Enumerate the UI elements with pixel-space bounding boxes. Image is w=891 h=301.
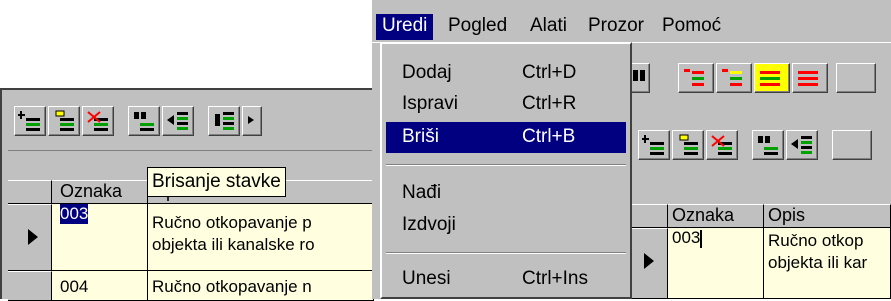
insert-icon	[215, 112, 234, 130]
filter-icon	[167, 112, 188, 130]
description-line: objekta ili kar	[768, 253, 868, 272]
menu-item-shortcut: Ctrl+Ins	[522, 268, 588, 289]
add-row-icon	[642, 135, 664, 155]
toolbar-button-extra[interactable]	[836, 63, 876, 93]
code-text: 003	[672, 228, 701, 247]
tree-view-button-3[interactable]	[754, 63, 790, 93]
find-icon	[758, 136, 778, 155]
left-toolbar	[2, 90, 374, 152]
right-grid: Oznaka Opis 003 Ručno otkop objekta ili …	[628, 204, 891, 299]
table-row-code[interactable]: 003	[52, 204, 148, 271]
menu-item-label: Izdvoji	[402, 214, 456, 235]
left-grid: Oznaka Opis 003 Ručno otkopavanje p obje…	[8, 180, 374, 301]
column-header-oznaka[interactable]: Oznaka	[52, 180, 148, 204]
column-header-oznaka[interactable]: Oznaka	[668, 204, 764, 228]
menu-item-unesi[interactable]: Unesi Ctrl+Ins	[386, 264, 626, 295]
tree-view-button-1[interactable]	[678, 63, 714, 93]
row-indicator[interactable]	[628, 228, 668, 299]
menu-pomoc[interactable]: Pomoć	[656, 14, 727, 40]
current-row-arrow-icon	[644, 253, 654, 269]
menu-item-label: Unesi	[402, 268, 451, 289]
menu-item-label: Briši	[402, 126, 439, 147]
uredi-dropdown-menu: Dodaj Ctrl+D Ispravi Ctrl+R Briši Ctrl+B…	[380, 42, 632, 299]
delete-row-icon	[87, 111, 108, 131]
table-row-description[interactable]: Ručno otkopavanje n	[148, 271, 374, 301]
insert-button[interactable]	[208, 106, 240, 136]
filter-icon	[791, 136, 812, 154]
find-button[interactable]	[128, 106, 160, 136]
menu-item-ispravi[interactable]: Ispravi Ctrl+R	[386, 89, 626, 120]
add-row-icon	[18, 111, 40, 131]
text-caret	[700, 229, 703, 248]
row-indicator-header	[8, 180, 52, 204]
find-icon	[134, 112, 154, 131]
tree-view-button-2[interactable]	[716, 63, 752, 93]
menu-item-izdvoji[interactable]: Izdvoji	[386, 210, 626, 241]
menu-item-shortcut: Ctrl+D	[522, 62, 577, 83]
menu-item-label: Ispravi	[402, 93, 458, 114]
tree-list-icon	[798, 71, 818, 86]
add-record-button[interactable]	[14, 106, 46, 136]
menu-bar: Uredi Pogled Alati Prozor Pomoć	[376, 10, 891, 42]
table-row-description[interactable]: Ručno otkopavanje p objekta ili kanalske…	[148, 204, 374, 271]
filter-button[interactable]	[162, 106, 194, 136]
row-indicator[interactable]	[8, 204, 52, 271]
edit-record-button[interactable]	[48, 106, 80, 136]
menu-item-nadi[interactable]: Nađi	[386, 178, 626, 209]
menu-separator	[386, 252, 626, 254]
menu-item-shortcut: Ctrl+B	[522, 126, 576, 147]
description-line: Ručno otkopavanje p	[152, 213, 312, 232]
insert-button[interactable]	[832, 130, 872, 160]
table-row-code[interactable]: 003	[668, 228, 764, 299]
current-row-arrow-icon	[28, 229, 38, 245]
table-row-code[interactable]: 004	[52, 271, 148, 301]
delete-record-button[interactable]	[706, 130, 738, 160]
menu-uredi[interactable]: Uredi	[376, 14, 434, 40]
tree-view-button-4[interactable]	[792, 63, 828, 93]
delete-row-icon	[711, 135, 732, 155]
find-button[interactable]	[752, 130, 784, 160]
menu-item-brisi[interactable]: Briši Ctrl+B	[386, 122, 626, 153]
edit-row-icon	[55, 110, 74, 131]
more-button[interactable]	[242, 106, 262, 136]
tree-icon	[248, 116, 254, 124]
menu-item-label: Dodaj	[402, 62, 452, 83]
column-header-opis[interactable]: Opis	[764, 204, 891, 228]
filter-button[interactable]	[786, 130, 818, 160]
menu-pogled[interactable]: Pogled	[442, 14, 513, 40]
table-row-description[interactable]: Ručno otkop objekta ili kar	[764, 228, 891, 299]
delete-record-button[interactable]	[82, 106, 114, 136]
menu-item-shortcut: Ctrl+R	[522, 93, 577, 114]
description-line: Ručno otkop	[768, 231, 864, 250]
binoculars-icon	[633, 70, 645, 81]
menu-item-dodaj[interactable]: Dodaj Ctrl+D	[386, 58, 626, 89]
tree-red-icon	[684, 69, 704, 86]
menu-prozor[interactable]: Prozor	[582, 14, 650, 40]
tooltip: Brisanje stavke	[147, 167, 286, 197]
tree-expanded-icon	[760, 71, 780, 86]
menu-alati[interactable]: Alati	[524, 14, 573, 40]
row-indicator-header	[628, 204, 668, 228]
edit-row-icon	[679, 134, 698, 155]
row-indicator[interactable]	[8, 271, 52, 301]
tree-yellow-icon	[722, 69, 742, 86]
description-line: objekta ili kanalske ro	[152, 235, 315, 254]
add-record-button[interactable]	[638, 130, 670, 160]
menu-item-label: Nađi	[402, 182, 442, 203]
menu-separator	[386, 164, 626, 166]
edit-record-button[interactable]	[672, 130, 704, 160]
selected-code-text: 003	[60, 204, 89, 224]
secondary-toolbar	[628, 118, 891, 180]
